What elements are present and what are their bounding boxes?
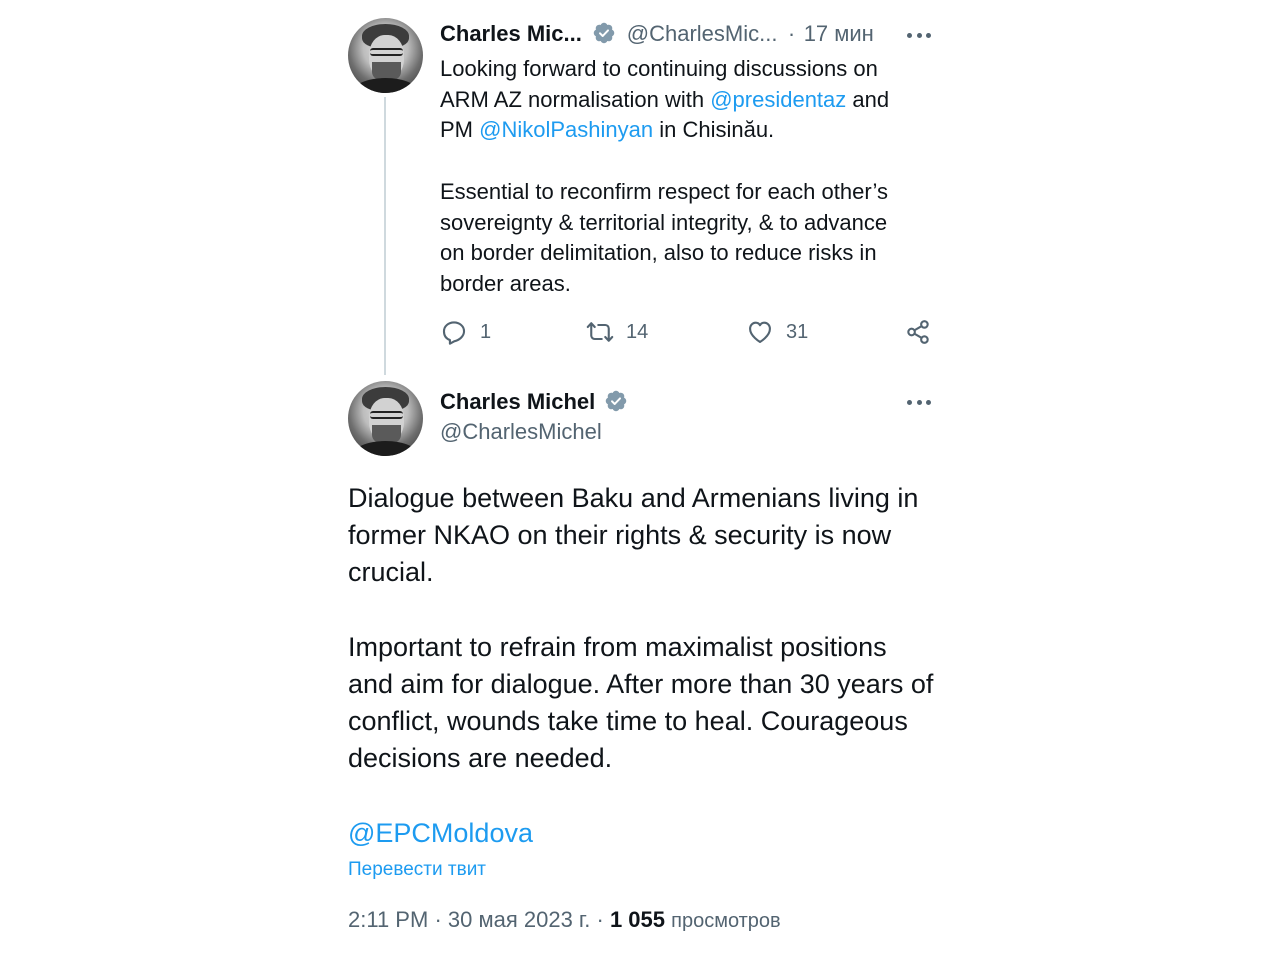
text-segment: Dialogue between Baku and Armenians livi… [348, 483, 919, 513]
tweet-timestamp[interactable]: 17 мин [804, 21, 874, 46]
text-segment: Important to refrain from maximalist pos… [348, 631, 887, 662]
text-line: Important to refrain from maximalist pos… [348, 629, 948, 666]
text-line: Dialogue between Baku and Armenians livi… [348, 480, 948, 517]
text-line [348, 592, 948, 629]
text-segment: former NKAO on their rights & security i… [348, 520, 892, 551]
avatar[interactable] [348, 18, 423, 93]
separator-dot: · [596, 907, 604, 932]
verified-icon [594, 22, 615, 44]
reply-icon [442, 321, 466, 345]
thread-connector-line [384, 97, 386, 375]
share-icon [907, 320, 929, 344]
separator-dot: · [787, 21, 796, 46]
text-segment: ARM AZ normalisation with [440, 86, 711, 112]
retweet-count: 14 [626, 320, 649, 343]
text-line: PM @NikolPashinyan in Chisinău. [440, 115, 960, 146]
retweet-icon [586, 322, 614, 342]
mention-link[interactable]: @EPCMoldova [348, 818, 533, 848]
tweet-date[interactable]: 30 мая 2023 г. [448, 907, 590, 932]
text-line: and aim for dialogue. After more than 30… [348, 666, 948, 703]
tweet-meta: 2:11 PM · 30 мая 2023 г. · 1 055 просмот… [348, 907, 781, 933]
parent-tweet-header: Charles Mic... @CharlesMic... · 17 мин [440, 21, 874, 47]
avatar[interactable] [348, 381, 423, 456]
like-button[interactable]: 31 [746, 318, 808, 346]
translate-tweet-link[interactable]: Перевести твит [348, 859, 486, 881]
text-line: sovereignty & territorial integrity, & t… [440, 208, 960, 239]
more-icon[interactable] [907, 397, 931, 407]
text-segment: crucial. [348, 557, 434, 588]
text-line: @EPCMoldova [348, 815, 948, 852]
text-line: decisions are needed. [348, 740, 948, 777]
text-segment: in Chisinău. [653, 117, 775, 143]
text-segment: on border delimitation, also to reduce r… [440, 240, 877, 266]
text-line [348, 778, 948, 815]
reply-button[interactable]: 1 [440, 318, 491, 346]
text-segment: border areas. [440, 270, 571, 296]
text-line: conflict, wounds take time to heal. Cour… [348, 703, 948, 740]
like-count: 31 [786, 320, 809, 343]
views-label: просмотров [671, 910, 781, 932]
author-name[interactable]: Charles Mic... [440, 21, 582, 46]
text-segment: sovereignty & territorial integrity, & t… [440, 209, 888, 235]
author-name[interactable]: Charles Michel [440, 389, 595, 414]
main-tweet-text: Dialogue between Baku and Armenians livi… [348, 480, 948, 852]
text-line: former NKAO on their rights & security i… [348, 517, 948, 554]
text-segment: Essential to reconfirm respect for each … [440, 178, 888, 204]
like-icon [749, 321, 771, 343]
text-segment: and [846, 86, 890, 112]
text-line: crucial. [348, 554, 948, 591]
text-line: ARM AZ normalisation with @presidentaz a… [440, 85, 960, 116]
views-count: 1 055 [609, 907, 666, 932]
text-segment: PM [440, 117, 480, 143]
text-segment: and aim for dialogue. After more than 30… [348, 669, 934, 700]
parent-tweet-text: Looking forward to continuing discussion… [440, 54, 960, 300]
more-icon[interactable] [907, 30, 931, 40]
tweet-time[interactable]: 2:11 PM [348, 907, 428, 932]
author-handle[interactable]: @CharlesMic... [627, 21, 778, 46]
reply-count: 1 [480, 320, 492, 343]
mention-link[interactable]: @presidentaz [710, 87, 846, 112]
verified-icon [605, 390, 626, 412]
author-handle[interactable]: @CharlesMichel [440, 419, 602, 445]
main-tweet-header: Charles Michel [440, 389, 628, 415]
text-line: Looking forward to continuing discussion… [440, 54, 960, 85]
share-button[interactable] [904, 318, 932, 346]
text-line [440, 146, 960, 177]
text-segment: decisions are needed. [348, 743, 613, 774]
text-segment: conflict, wounds take time to heal. Cour… [348, 706, 908, 737]
text-line: Essential to reconfirm respect for each … [440, 177, 960, 208]
text-line: border areas. [440, 269, 960, 300]
retweet-button[interactable]: 14 [586, 318, 648, 346]
text-segment: Looking forward to continuing discussion… [440, 56, 878, 81]
mention-link[interactable]: @NikolPashinyan [479, 117, 653, 142]
text-line: on border delimitation, also to reduce r… [440, 238, 960, 269]
separator-dot: · [434, 907, 442, 932]
